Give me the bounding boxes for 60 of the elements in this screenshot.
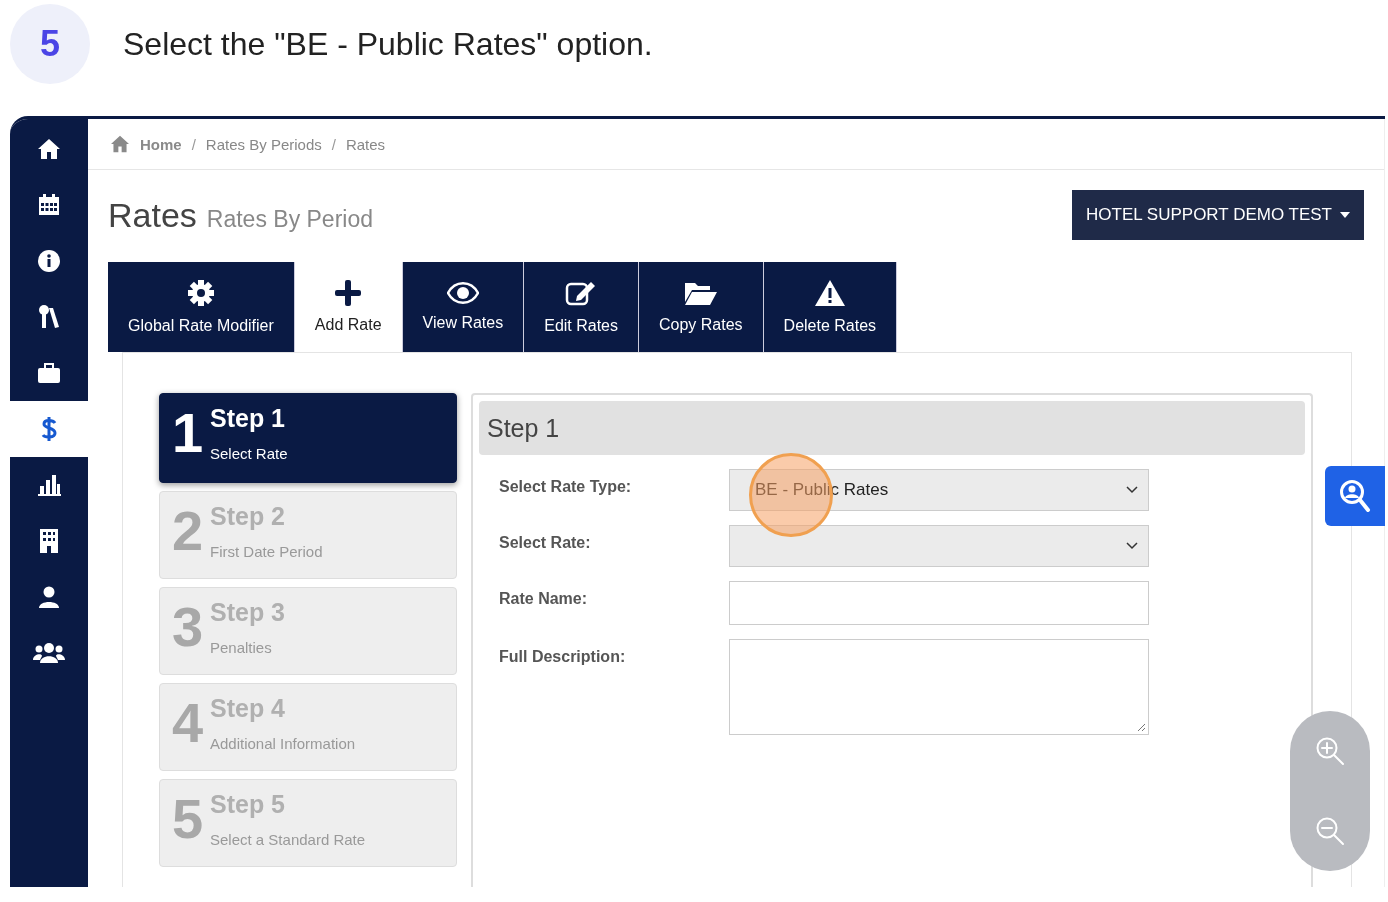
keys-icon xyxy=(38,305,60,329)
page-subtitle: Rates By Period xyxy=(206,205,374,232)
search-person-button[interactable] xyxy=(1325,466,1385,526)
textarea-field[interactable] xyxy=(729,639,1149,735)
gear-icon xyxy=(186,279,215,307)
field-label: Select Rate Type: xyxy=(499,477,633,497)
toolbar-button[interactable]: Global Rate Modifier xyxy=(108,262,295,352)
step-title: Step 1 xyxy=(210,404,287,433)
search-person-icon xyxy=(1339,479,1371,513)
field-label: Full Description: xyxy=(499,647,627,667)
step-subtitle: Penalties xyxy=(210,639,273,656)
step-title: Step 3 xyxy=(210,598,286,627)
eye-icon xyxy=(446,282,479,304)
step-number: 2 xyxy=(172,498,205,564)
step-title: Step 4 xyxy=(210,694,287,723)
breadcrumb-link[interactable]: Rates xyxy=(345,135,386,153)
card-heading: Step 1 xyxy=(487,413,560,443)
select-field[interactable] xyxy=(729,525,1149,567)
step-number-badge: 5 xyxy=(10,4,90,84)
info-icon xyxy=(38,250,60,272)
bar-chart-icon xyxy=(37,474,61,496)
step-number: 1 xyxy=(172,400,205,466)
instruction-text: Select the "BE - Public Rates" option. xyxy=(123,25,653,63)
edit-icon xyxy=(565,279,598,307)
step-subtitle: Additional Information xyxy=(210,735,356,752)
caret-icon xyxy=(1340,212,1350,218)
field-label: Select Rate: xyxy=(499,533,592,553)
plus-icon xyxy=(335,280,362,306)
user-icon xyxy=(38,586,60,608)
breadcrumb-separator: / xyxy=(191,135,196,153)
step-subtitle: Select Rate xyxy=(210,445,288,462)
step-subtitle: Select a Standard Rate xyxy=(210,831,366,848)
folder-icon xyxy=(683,280,718,306)
step-title: Step 2 xyxy=(210,502,287,531)
hotel-dropdown-button[interactable]: HOTEL SUPPORT DEMO TEST xyxy=(1072,190,1364,240)
breadcrumb-link[interactable]: Rates By Periods xyxy=(205,135,322,153)
resize-grip-icon xyxy=(1137,723,1146,732)
toolbar-button[interactable]: Edit Rates xyxy=(524,262,639,352)
step-subtitle: First Date Period xyxy=(210,543,323,560)
building-icon xyxy=(38,529,60,553)
chevron-down-icon xyxy=(1126,486,1138,494)
chevron-down-icon xyxy=(1126,542,1138,550)
step-number: 4 xyxy=(172,690,205,756)
dollar-icon xyxy=(41,416,57,442)
toolbar-button[interactable]: Delete Rates xyxy=(763,262,898,352)
toolbar-button[interactable]: Copy Rates xyxy=(639,262,764,352)
briefcase-icon xyxy=(37,363,61,383)
page-title: Rates xyxy=(108,195,197,234)
home-icon xyxy=(37,138,61,160)
calendar-icon xyxy=(38,194,60,216)
step-number: 3 xyxy=(172,594,205,660)
home-icon xyxy=(110,135,130,153)
step-number: 5 xyxy=(172,786,205,852)
toolbar-button[interactable]: View Rates xyxy=(402,262,525,352)
users-icon xyxy=(33,643,65,663)
field-label: Rate Name: xyxy=(499,589,589,609)
warning-icon xyxy=(813,279,846,307)
step-title: Step 5 xyxy=(210,790,287,819)
breadcrumb-separator: / xyxy=(331,135,336,153)
input-field[interactable] xyxy=(729,581,1149,625)
